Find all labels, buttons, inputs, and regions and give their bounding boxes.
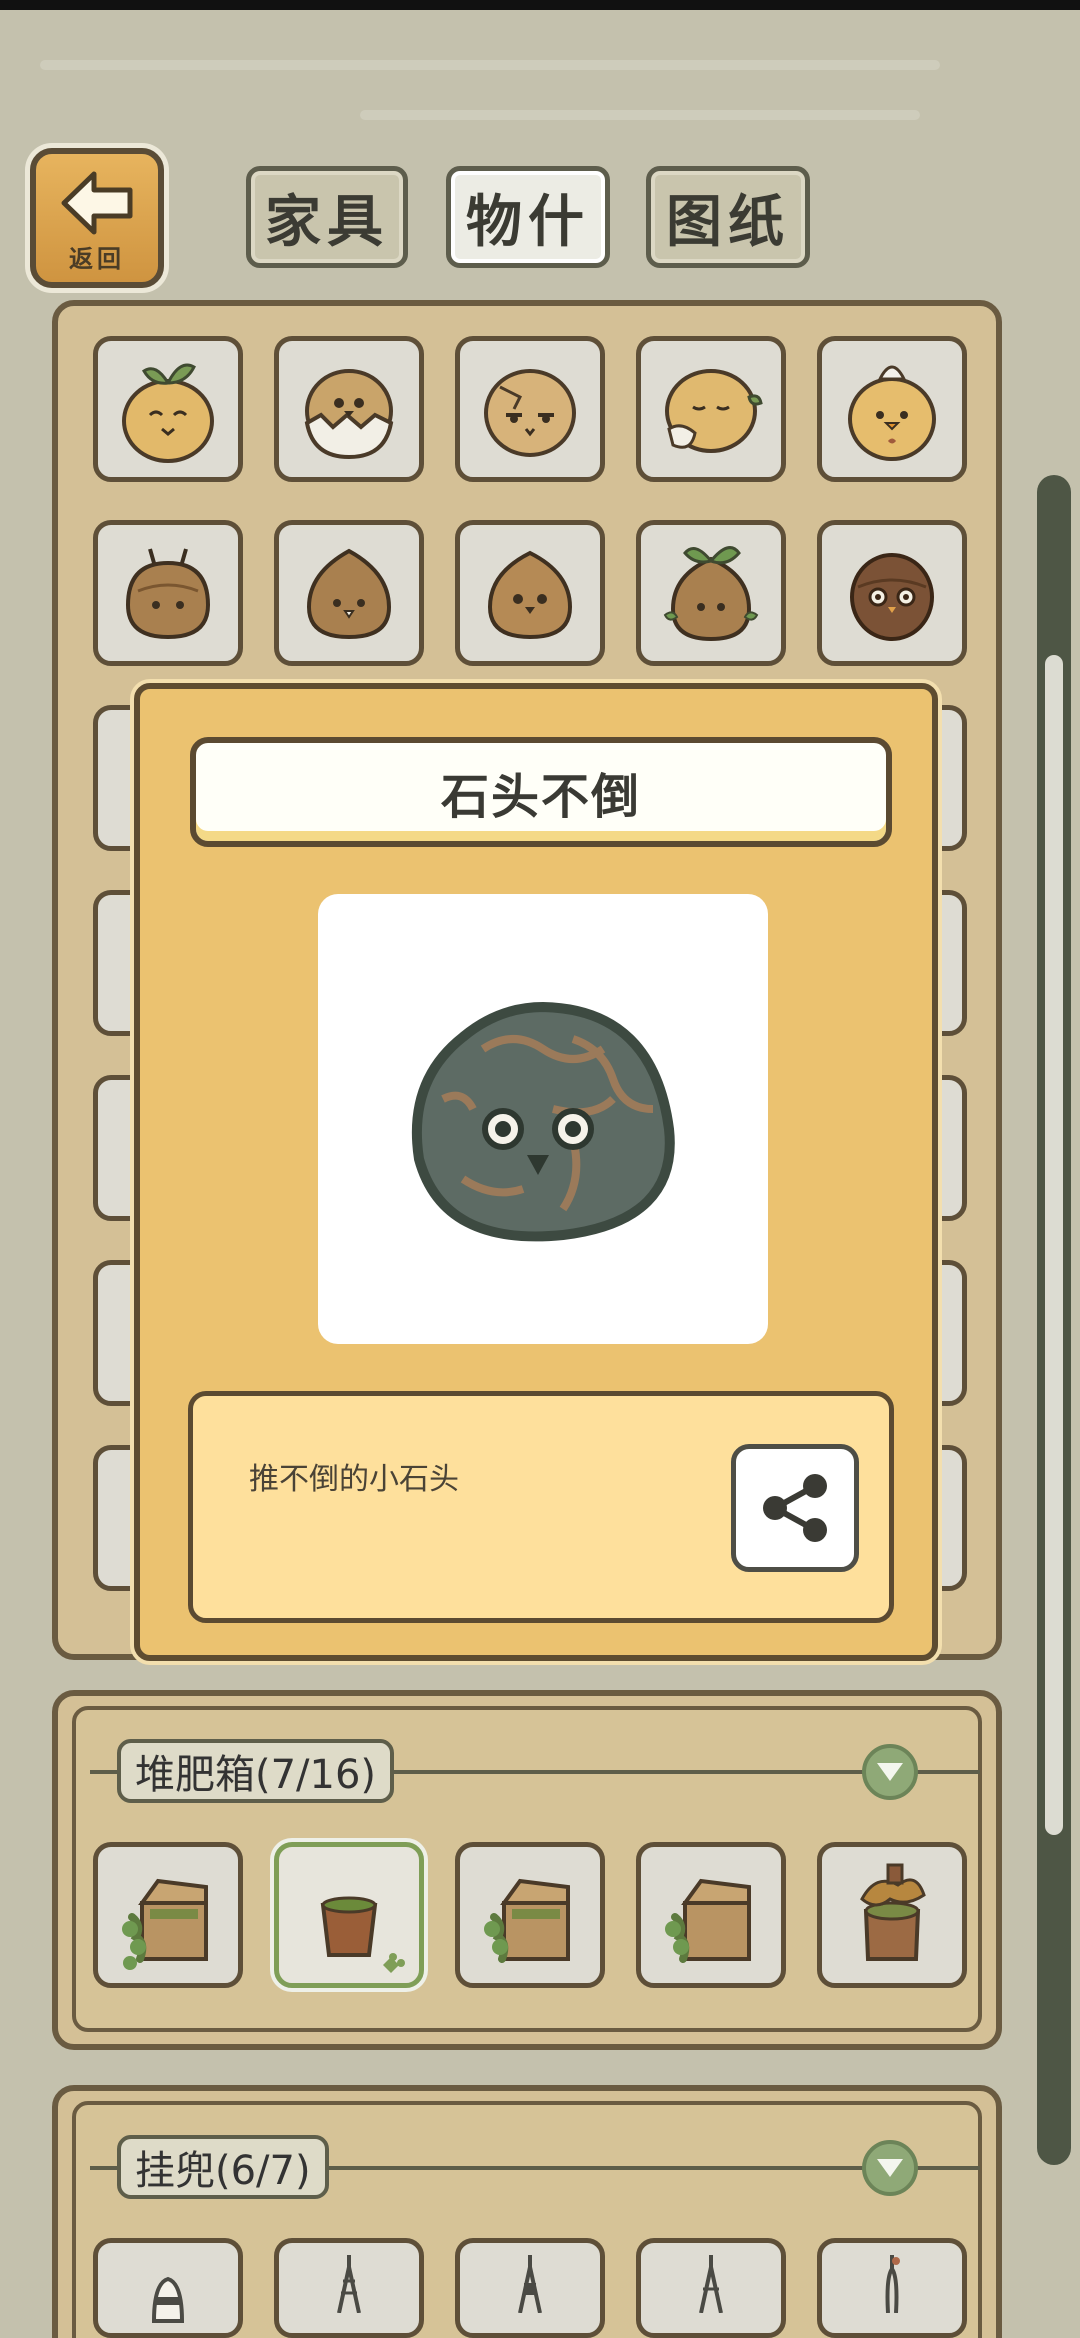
hanging-pouch-icon <box>885 2255 900 2313</box>
item-hanging-pouch[interactable] <box>93 2238 243 2338</box>
item-antenna-chestnut[interactable] <box>93 520 243 666</box>
sprout-seed-icon <box>122 363 214 463</box>
item-owl-chestnut[interactable] <box>455 520 605 666</box>
item-hanging-pouch[interactable] <box>636 2238 786 2338</box>
hatching-seed-icon <box>304 369 394 460</box>
hanging-pouch-icon <box>337 2255 361 2313</box>
wood-grain <box>360 110 920 120</box>
owl-stone-icon <box>411 1001 675 1242</box>
flower-seed-icon <box>848 365 936 461</box>
tab-furniture[interactable]: 家具 <box>246 166 408 268</box>
item-sprout-seed[interactable] <box>93 336 243 482</box>
compost-toggle-button[interactable] <box>862 1744 918 1800</box>
item-hanging-pouch[interactable] <box>455 2238 605 2338</box>
wood-grain <box>40 60 940 70</box>
cracked-seed-icon <box>484 369 576 457</box>
sleeping-seed-icon <box>665 369 763 453</box>
item-sleeping-seed[interactable] <box>636 336 786 482</box>
stump-pot-icon <box>860 1863 926 1961</box>
popup-description-box: 推不倒的小石头 <box>188 1391 894 1623</box>
tab-items[interactable]: 物什 <box>446 166 610 268</box>
item-hatching-seed[interactable] <box>274 336 424 482</box>
popup-title: 石头不倒 <box>190 737 892 847</box>
item-chestnut[interactable] <box>274 520 424 666</box>
item-detail-popup: 石头不倒 推不倒的小石头 <box>134 683 938 1661</box>
compost-category-label: 堆肥箱(7/16) <box>117 1739 395 1803</box>
item-flower-seed[interactable] <box>817 336 967 482</box>
compost-box-icon <box>665 1878 751 1963</box>
wooden-bucket-icon <box>320 1896 405 1973</box>
hanging-pouch-icon <box>518 2255 542 2313</box>
item-dark-chestnut[interactable] <box>817 520 967 666</box>
back-label: 返回 <box>69 245 125 273</box>
hanging-pouch-icon <box>699 2255 723 2313</box>
item-leaf-chestnut[interactable] <box>636 520 786 666</box>
dark-chestnut-icon <box>850 553 934 641</box>
item-compost-box[interactable] <box>93 1842 243 1988</box>
leaf-chestnut-icon <box>663 546 759 642</box>
owl-chestnut-icon <box>487 550 573 640</box>
compost-box-icon <box>122 1878 208 1970</box>
compost-box-icon <box>484 1878 570 1963</box>
antenna-chestnut-icon <box>125 548 211 640</box>
share-icon <box>763 1474 827 1542</box>
item-hanging-pouch[interactable] <box>817 2238 967 2338</box>
chevron-down-icon <box>877 1763 903 1781</box>
item-wooden-bucket[interactable] <box>274 1842 424 1988</box>
share-button[interactable] <box>731 1444 859 1572</box>
item-compost-box[interactable] <box>636 1842 786 1988</box>
pouch-toggle-button[interactable] <box>862 2140 918 2196</box>
item-compost-box[interactable] <box>455 1842 605 1988</box>
back-arrow-icon <box>61 171 133 235</box>
popup-description: 推不倒的小石头 <box>249 1462 459 1497</box>
chestnut-icon <box>306 548 392 640</box>
chevron-down-icon <box>877 2159 903 2177</box>
status-bar <box>0 0 1080 10</box>
back-button[interactable]: 返回 <box>30 148 164 288</box>
popup-item-image <box>318 894 768 1344</box>
item-cracked-seed[interactable] <box>455 336 605 482</box>
item-hanging-pouch[interactable] <box>274 2238 424 2338</box>
scrollbar-thumb[interactable] <box>1045 655 1063 1835</box>
hanging-pouch-icon <box>151 2276 185 2323</box>
tab-blueprints[interactable]: 图纸 <box>646 166 810 268</box>
pouch-category-label: 挂兜(6/7) <box>117 2135 329 2199</box>
item-stump-pot[interactable] <box>817 1842 967 1988</box>
